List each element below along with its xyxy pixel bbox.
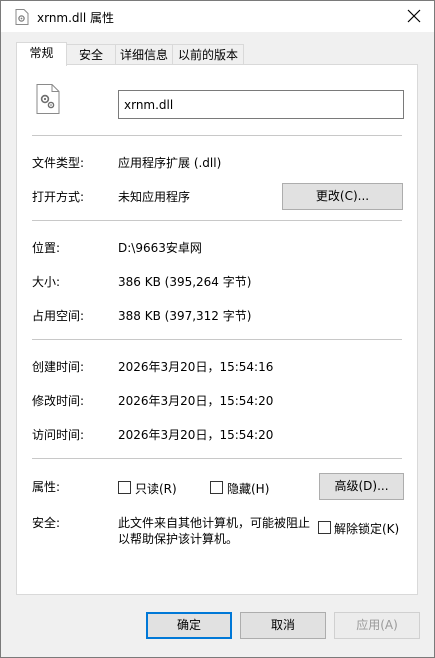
ok-button[interactable]: 确定 [146,612,232,639]
accessed-value: 2026年3月20日，15:54:20 [118,428,274,442]
file-type-value: 应用程序扩展 (.dll) [118,156,222,170]
divider [32,220,402,221]
size-on-disk-value: 388 KB (397,312 字节) [118,309,252,323]
dll-file-large-icon [36,84,60,114]
location-label: 位置: [32,241,61,255]
created-label: 创建时间: [32,360,85,374]
tab-previous-versions[interactable]: 以前的版本 [172,44,244,65]
unblock-label[interactable]: 解除锁定(K) [334,520,399,537]
size-value: 386 KB (395,264 字节) [118,275,252,289]
title-bar: xrnm.dll 属性 [1,1,434,32]
size-on-disk-label: 占用空间: [32,309,85,323]
dll-file-icon [15,9,29,25]
modified-value: 2026年3月20日，15:54:20 [118,394,274,408]
properties-dialog: xrnm.dll 属性 常规 安全 详细信息 以前的版本 文件类型: 应用程 [0,0,435,658]
opens-with-value: 未知应用程序 [118,190,191,204]
change-button[interactable]: 更改(C)... [282,183,403,210]
location-value: D:\9663安卓网 [118,241,202,255]
attributes-label: 属性: [32,480,61,494]
tab-details[interactable]: 详细信息 [115,44,173,65]
opens-with-label: 打开方式: [32,190,85,204]
apply-button[interactable]: 应用(A) [334,612,420,639]
tab-security[interactable]: 安全 [66,44,116,65]
security-text-line2: 以帮助保护该计算机。 [118,532,239,546]
advanced-button[interactable]: 高级(D)... [319,473,404,500]
unblock-checkbox[interactable] [318,521,331,534]
general-panel: 文件类型: 应用程序扩展 (.dll) 打开方式: 未知应用程序 更改(C)..… [16,64,418,595]
tab-general[interactable]: 常规 [16,42,67,66]
hidden-checkbox[interactable] [210,481,223,494]
window-title: xrnm.dll 属性 [37,11,115,25]
close-icon [407,9,421,23]
hidden-label[interactable]: 隐藏(H) [227,480,269,497]
accessed-label: 访问时间: [32,428,85,442]
divider [32,339,402,340]
divider [32,135,402,136]
readonly-label[interactable]: 只读(R) [135,480,177,497]
close-button[interactable] [404,6,424,26]
size-label: 大小: [32,275,61,289]
modified-label: 修改时间: [32,394,85,408]
security-text-line1: 此文件来自其他计算机，可能被阻止 [118,516,311,530]
file-name-input[interactable] [118,90,404,119]
divider [32,458,402,459]
security-label: 安全: [32,516,61,530]
created-value: 2026年3月20日，15:54:16 [118,360,274,374]
readonly-checkbox[interactable] [118,481,131,494]
file-type-label: 文件类型: [32,156,85,170]
cancel-button[interactable]: 取消 [240,612,326,639]
